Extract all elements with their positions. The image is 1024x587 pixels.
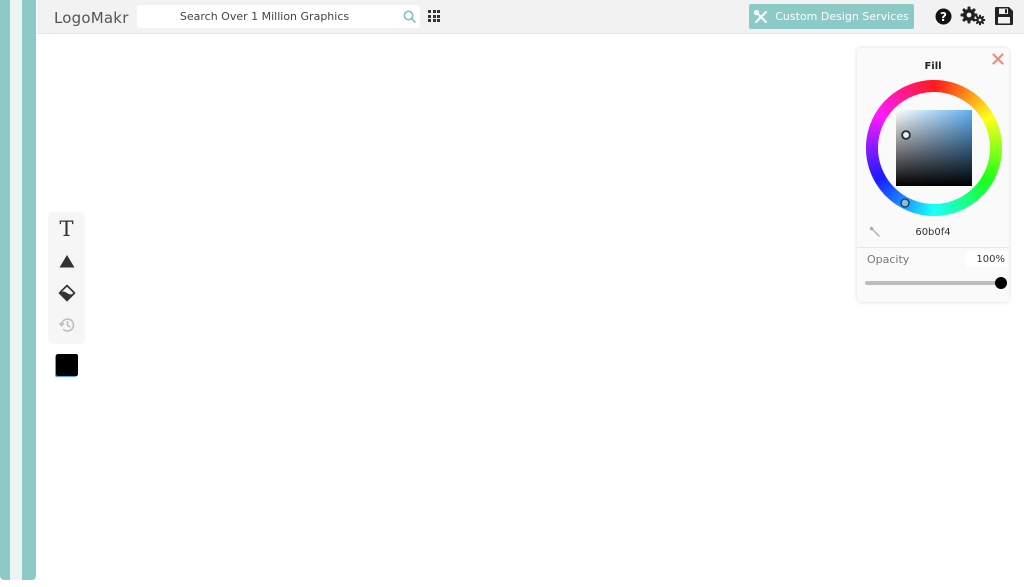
fill-title: Fill <box>924 61 942 72</box>
hex-value[interactable]: 60b0f4 <box>912 227 954 238</box>
left-sidebar-stripes <box>0 0 37 587</box>
stripe-left <box>0 0 10 580</box>
search-input[interactable] <box>137 5 392 28</box>
save-icon[interactable] <box>994 6 1014 26</box>
opacity-slider-track[interactable] <box>865 281 1001 285</box>
fill-tool-button[interactable] <box>49 277 84 309</box>
grid-icon[interactable] <box>428 10 440 22</box>
opacity-label: Opacity <box>867 253 910 266</box>
shape-tool-button[interactable] <box>49 245 84 277</box>
fill-tool-icon <box>58 284 75 302</box>
text-tool-icon: T <box>59 217 74 241</box>
eyedropper-icon[interactable] <box>869 226 881 238</box>
opacity-slider-thumb[interactable] <box>995 277 1007 289</box>
search-icon[interactable] <box>402 9 417 24</box>
tool-panel: T <box>49 213 84 343</box>
shape-tool-icon <box>59 255 74 268</box>
help-icon[interactable]: ? <box>935 8 952 25</box>
search-box[interactable] <box>137 5 420 28</box>
tools-icon <box>754 9 768 23</box>
top-bar: LogoMakr Custom Design Services ? <box>37 0 1024 34</box>
svg-text:?: ? <box>940 10 947 24</box>
color-wheel[interactable] <box>865 79 1003 217</box>
opacity-input[interactable] <box>966 251 1008 267</box>
current-color-swatch[interactable] <box>56 354 78 376</box>
logo[interactable]: LogoMakr <box>54 9 129 27</box>
custom-design-services-button[interactable]: Custom Design Services <box>749 4 914 29</box>
gear-icon[interactable] <box>960 6 986 26</box>
stripe-right <box>22 0 36 580</box>
history-icon <box>58 318 74 332</box>
color-picker-panel: Fill 60b0f4 Opacity <box>857 48 1009 302</box>
opacity-row: Opacity <box>857 247 1009 272</box>
hex-row: 60b0f4 <box>857 222 1009 242</box>
text-tool-button[interactable]: T <box>49 213 84 245</box>
custom-design-services-label: Custom Design Services <box>775 10 909 23</box>
hue-handle[interactable] <box>900 198 910 208</box>
history-button[interactable] <box>49 309 84 341</box>
stripe-gap <box>10 0 22 580</box>
